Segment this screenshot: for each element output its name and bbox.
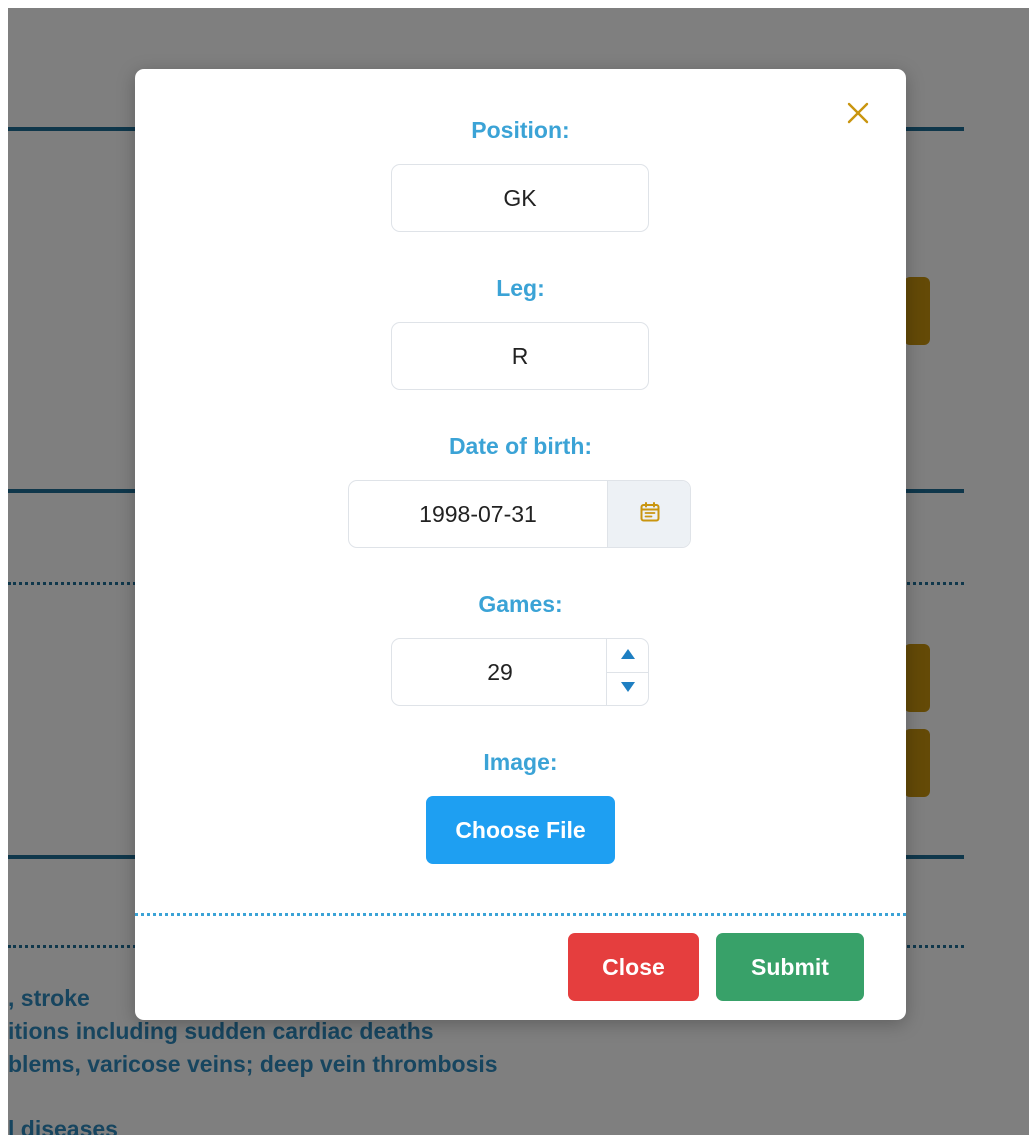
games-label: Games: [478,591,563,617]
games-spin-buttons [606,639,649,705]
games-stepper[interactable]: 29 [391,638,649,706]
decrement-button[interactable] [607,672,649,705]
footer-divider [135,913,906,916]
leg-label: Leg: [496,275,545,301]
dob-input[interactable]: 1998-07-31 [349,481,607,547]
leg-input[interactable] [391,322,649,390]
calendar-button[interactable] [607,481,690,547]
calendar-icon [639,501,661,528]
position-label: Position: [471,117,570,143]
image-label: Image: [483,749,558,775]
caret-up-icon [620,647,636,665]
submit-button[interactable]: Submit [716,933,864,1001]
edit-player-modal: Position: Leg: Date of birth: 1998-07-31… [135,69,906,1020]
caret-down-icon [620,680,636,698]
dob-label: Date of birth: [448,433,593,459]
dob-field[interactable]: 1998-07-31 [348,480,691,548]
increment-button[interactable] [607,639,649,673]
choose-file-button[interactable]: Choose File [426,796,615,864]
position-input[interactable] [391,164,649,232]
games-input[interactable]: 29 [392,639,608,705]
close-button[interactable]: Close [568,933,699,1001]
